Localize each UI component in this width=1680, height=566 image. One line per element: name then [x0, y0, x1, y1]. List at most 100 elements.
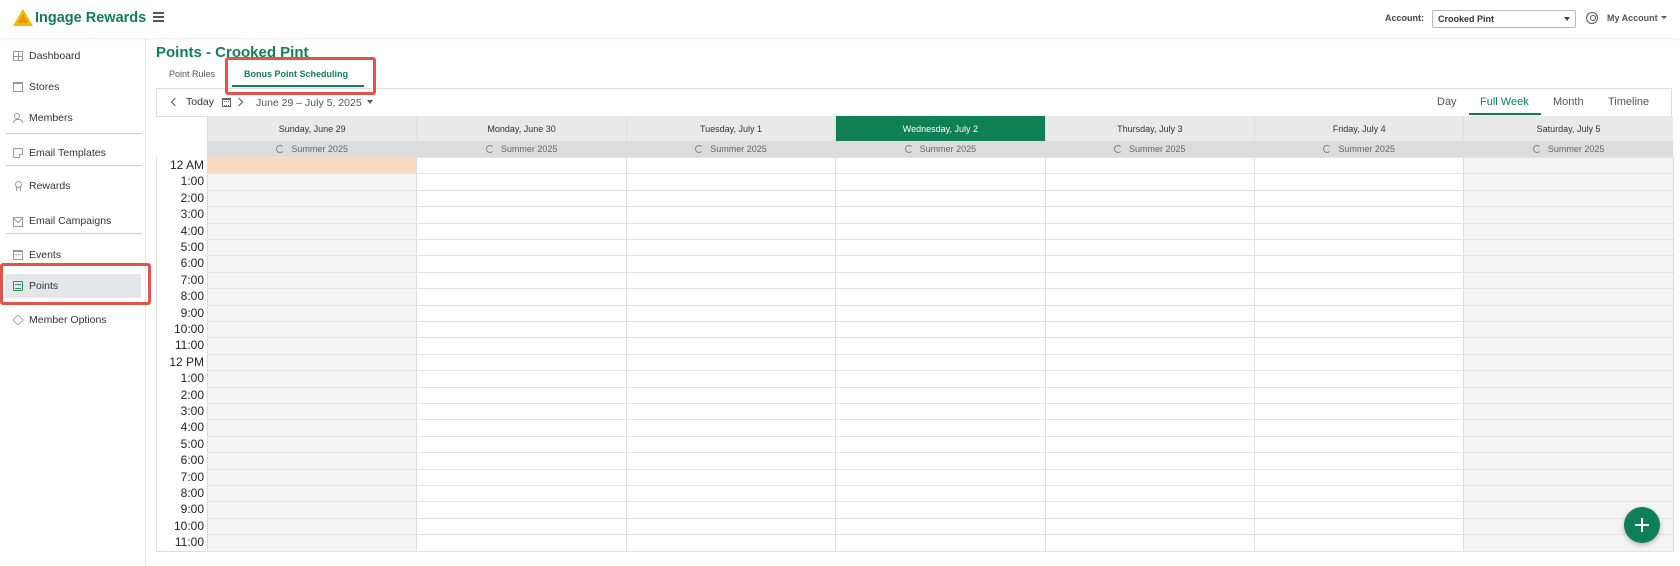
- sidebar-item-label: Stores: [29, 81, 60, 93]
- schedule-banner[interactable]: Summer 2025: [416, 141, 626, 157]
- sidebar-item-stores[interactable]: Stores: [0, 75, 146, 99]
- sidebar-item-label: Email Campaigns: [29, 215, 112, 227]
- chevron-down-icon: [1564, 17, 1570, 21]
- hour-label: 5:00: [180, 436, 204, 451]
- day-header[interactable]: Thursday, July 3: [1044, 116, 1254, 141]
- account-select[interactable]: Crooked Pint: [1432, 10, 1576, 28]
- sidebar-item-dashboard[interactable]: Dashboard: [0, 44, 146, 68]
- hour-label: 11:00: [174, 535, 204, 550]
- template-icon: [13, 148, 23, 158]
- grid-corner: [156, 116, 207, 157]
- hour-label: 10:00: [173, 518, 204, 533]
- my-account-label: My Account: [1607, 13, 1658, 23]
- schedule-label: Summer 2025: [710, 144, 767, 154]
- view-day-button[interactable]: Day: [1437, 96, 1457, 108]
- view-timeline-button[interactable]: Timeline: [1608, 96, 1649, 108]
- members-icon: [13, 113, 23, 123]
- repeat-icon: [276, 145, 285, 153]
- caret-down-icon: [366, 100, 373, 104]
- tab-point-rules[interactable]: Point Rules: [169, 69, 215, 79]
- calendar-picker-icon[interactable]: [222, 98, 231, 107]
- sidebar: Dashboard Stores Members Email Templates Rew…: [0, 38, 146, 566]
- hamburger-menu-icon[interactable]: [153, 12, 164, 22]
- day-header-label: Sunday, June 29: [278, 123, 346, 134]
- hour-gridline: [207, 403, 1673, 404]
- view-full-week-button[interactable]: Full Week: [1480, 96, 1529, 108]
- logo[interactable]: Ingage Rewards: [13, 9, 146, 26]
- hour-gridline: [207, 452, 1673, 454]
- caret-down-icon: [1660, 16, 1667, 19]
- sidebar-item-label: Email Templates: [29, 147, 106, 159]
- add-event-button[interactable]: [1624, 507, 1660, 543]
- date-range-picker[interactable]: June 29 – July 5, 2025: [256, 97, 373, 109]
- sidebar-item-events[interactable]: Events: [0, 243, 146, 267]
- day-header[interactable]: Sunday, June 29: [207, 116, 417, 141]
- sidebar-item-label: Dashboard: [29, 50, 81, 62]
- account-label: Account:: [1385, 13, 1424, 23]
- view-month-button[interactable]: Month: [1553, 96, 1584, 108]
- schedule-banner[interactable]: Summer 2025: [1463, 141, 1673, 157]
- repeat-icon: [904, 145, 913, 153]
- hour-gridline: [207, 419, 1673, 421]
- dashboard-icon: [13, 51, 23, 61]
- hour-gridline: [207, 534, 1673, 536]
- calendar-icon: [13, 250, 23, 260]
- sidebar-item-points[interactable]: Points: [5, 274, 141, 298]
- day-header-label: Wednesday, July 2: [902, 123, 978, 134]
- hour-label: 2:00: [180, 190, 204, 205]
- repeat-icon: [1532, 145, 1541, 153]
- hour-gridline: [207, 435, 1673, 437]
- day-header-label: Thursday, July 3: [1117, 123, 1183, 134]
- hour-gridline: [207, 468, 1673, 470]
- day-header-label: Friday, July 4: [1332, 123, 1386, 134]
- tab-bonus-point-scheduling[interactable]: Bonus Point Scheduling: [244, 69, 348, 79]
- day-header-label: Saturday, July 5: [1536, 123, 1601, 134]
- hour-gridline: [207, 353, 1673, 355]
- hour-gridline: [207, 206, 1673, 208]
- hour-label: 4:00: [180, 420, 204, 435]
- hour-gridline: [207, 288, 1673, 290]
- sidebar-item-email-templates[interactable]: Email Templates: [0, 141, 146, 165]
- hour-gridline: [207, 485, 1673, 486]
- hour-gridline: [207, 550, 1673, 552]
- hour-label: 10:00: [173, 322, 204, 336]
- day-header[interactable]: Tuesday, July 1: [625, 116, 836, 141]
- day-header[interactable]: Saturday, July 5: [1463, 116, 1673, 141]
- sidebar-item-label: Member Options: [29, 314, 107, 326]
- chevron-left-icon[interactable]: [170, 97, 178, 107]
- chevron-right-icon[interactable]: [236, 97, 244, 107]
- schedule-label: Summer 2025: [1547, 144, 1605, 154]
- repeat-icon: [1323, 145, 1332, 153]
- schedule-banner[interactable]: Summer 2025: [1044, 141, 1254, 157]
- sidebar-item-label: Rewards: [29, 180, 71, 192]
- hour-label: 3:00: [180, 207, 204, 222]
- sidebar-item-label: Events: [29, 249, 62, 261]
- schedule-banner[interactable]: Summer 2025: [1254, 141, 1464, 157]
- cube-icon: [12, 314, 24, 326]
- schedule-banner[interactable]: Summer 2025: [625, 141, 836, 157]
- mail-icon: [13, 216, 23, 227]
- hour-label: 7:00: [180, 272, 204, 287]
- my-account-menu[interactable]: My Account: [1607, 13, 1667, 23]
- hour-gridline: [207, 370, 1673, 372]
- hour-gridline: [207, 321, 1673, 322]
- sidebar-item-rewards[interactable]: Rewards: [0, 174, 146, 198]
- day-header[interactable]: Friday, July 4: [1254, 116, 1464, 141]
- user-circle-icon[interactable]: [1586, 12, 1598, 24]
- day-header[interactable]: Monday, June 30: [416, 116, 626, 141]
- sidebar-item-members[interactable]: Members: [0, 106, 146, 130]
- hour-label: 12 AM: [169, 158, 204, 172]
- schedule-label: Summer 2025: [1129, 144, 1186, 154]
- schedule-banner[interactable]: Summer 2025: [835, 141, 1045, 157]
- sidebar-item-email-campaigns[interactable]: Email Campaigns: [0, 209, 146, 233]
- repeat-icon: [1114, 145, 1123, 153]
- hour-label: 3:00: [180, 404, 204, 418]
- hour-gridline: [207, 173, 1673, 175]
- day-header[interactable]: Wednesday, July 2: [835, 116, 1045, 141]
- hour-label: 1:00: [180, 371, 204, 386]
- points-icon: [13, 281, 23, 291]
- today-button[interactable]: Today: [186, 96, 214, 108]
- hour-label: 8:00: [180, 289, 204, 304]
- schedule-banner[interactable]: Summer 2025: [207, 141, 417, 157]
- sidebar-item-member-options[interactable]: Member Options: [0, 308, 146, 332]
